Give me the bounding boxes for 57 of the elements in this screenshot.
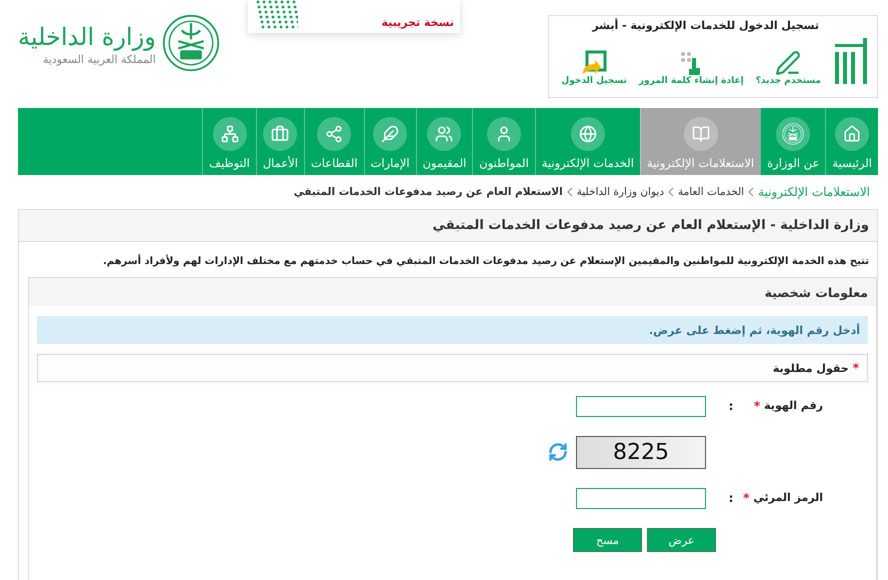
briefcase-icon: [263, 117, 298, 151]
nav-item[interactable]: الاستعلامات الإلكترونية: [640, 108, 760, 175]
nav-item[interactable]: عن الوزارة: [760, 108, 826, 175]
breadcrumb-link[interactable]: الاستعلامات الإلكترونية: [758, 185, 870, 199]
breadcrumb-link[interactable]: الاستعلام العام عن رصيد مدفوعات الخدمات المتبقي: [294, 186, 563, 198]
banner-subtitle: نسخة تجريبية: [381, 16, 454, 29]
login-icon: [581, 50, 608, 76]
nav-item[interactable]: المقيمون: [416, 108, 472, 175]
globe-icon: [570, 117, 605, 151]
share-icon: [317, 117, 352, 151]
required-marker: *: [743, 491, 750, 505]
required-note-text: حقول مطلوبة: [772, 362, 849, 374]
emblem-logo: [162, 14, 220, 72]
nav-item[interactable]: الإمارات: [364, 108, 416, 175]
book-icon: [684, 117, 718, 151]
nav-item[interactable]: الرئيسية: [825, 108, 878, 175]
input-field[interactable]: [576, 488, 706, 508]
nav-item[interactable]: القطاعات: [304, 108, 364, 175]
nav-item[interactable]: الأعمال: [256, 108, 304, 175]
logo-subtitle: المملكة العربية السعودية: [42, 52, 156, 66]
required-marker: *: [754, 399, 760, 413]
home-icon: [835, 117, 870, 151]
person-icon: [487, 117, 522, 151]
dots-pattern: [254, 0, 298, 29]
chevron-icon: [566, 187, 573, 197]
field-label: رقم الهوية: [764, 399, 823, 413]
label-colon: :: [728, 399, 734, 413]
logo-title: وزارة الداخلية: [18, 22, 156, 52]
label-colon: :: [728, 491, 734, 505]
abshir-link[interactable]: إعادة إنشاء كلمة المرور: [638, 50, 744, 86]
abshir-link[interactable]: مستخدم جديد؟: [756, 50, 821, 86]
chevron-icon: [668, 187, 674, 197]
nav-item[interactable]: التوظيف: [202, 108, 256, 175]
refresh-icon[interactable]: [548, 442, 568, 462]
input-field[interactable]: [576, 396, 706, 416]
section-title: معلومات شخصية: [764, 284, 868, 300]
nav-item[interactable]: الخدمات الإلكترونية: [534, 108, 640, 175]
page-title: وزارة الداخلية - الإستعلام العام عن رصيد مدفوعات الخدمات المتبقي: [432, 218, 869, 233]
breadcrumb-link[interactable]: ديوان وزارة الداخلية: [576, 186, 664, 198]
captcha-image: 8225: [576, 436, 706, 468]
field-label: الرمز المرئي: [753, 491, 823, 505]
network-icon: [212, 117, 246, 151]
emblem-glyph: [782, 123, 804, 145]
abshir-title: تسجيل الدخول للخدمات الإلكترونية - أبشر: [590, 19, 819, 32]
calligraphy-icon: [373, 117, 408, 151]
info-alert: أدخل رقم الهوية، ثم إضغط على عرض.: [37, 316, 868, 344]
page-description: تتيح هذه الخدمة الإلكترونية للمواطنين والمقيمين الإستعلام عن رصيد مدفوعات الخدمات المتبقي في حساب خدمتهم مع مختلف الإدارات لهم ولأفراد أسرهم.: [102, 256, 869, 267]
form-button[interactable]: عرض: [647, 528, 716, 552]
required-marker: *: [852, 361, 859, 375]
promo-banner[interactable]: نسخة تجريبية: [248, 0, 460, 33]
breadcrumb-link[interactable]: الخدمات العامة: [678, 186, 744, 198]
nav-item[interactable]: المواطنون: [472, 108, 535, 175]
chevron-icon: [748, 187, 754, 197]
edit-icon: [775, 50, 802, 76]
form-button[interactable]: مسح: [573, 528, 642, 552]
abshir-link[interactable]: تسجيل الدخول: [561, 50, 627, 86]
group-icon: [427, 117, 462, 151]
